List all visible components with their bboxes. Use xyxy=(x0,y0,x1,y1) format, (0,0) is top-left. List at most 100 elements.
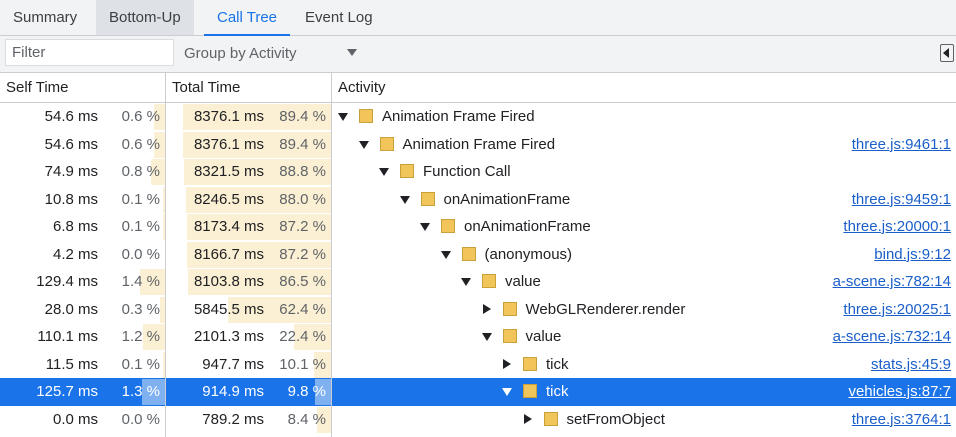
total-time-percent: 88.0 % xyxy=(279,190,326,208)
activity-name: tick xyxy=(546,355,569,373)
activity-category-icon xyxy=(543,411,558,426)
table-row[interactable]: 54.6 ms 0.6 % 8376.1 ms 89.4 % Animation Fra… xyxy=(0,103,956,131)
total-time-value: 947.7 ms xyxy=(202,355,264,373)
total-time-value: 8376.1 ms xyxy=(193,135,264,153)
column-header-self-time[interactable]: Self Time xyxy=(0,73,165,103)
table-row[interactable]: 0.0 ms 0.0 % 789.2 ms 8.4 % setFromObject thr… xyxy=(0,406,956,434)
total-time-percent: 86.5 % xyxy=(279,273,326,290)
collapse-arrow-icon[interactable] xyxy=(440,250,451,259)
table-row[interactable]: 10.8 ms 0.1 % 8246.5 ms 88.0 % onAnimationFr… xyxy=(0,186,956,214)
source-link[interactable]: three.js:9461:1 xyxy=(852,131,951,158)
activity-name: Function Call xyxy=(423,163,511,180)
table-row[interactable]: 6.8 ms 0.1 % 8173.4 ms 87.2 % onAnimationFra… xyxy=(0,213,956,241)
table-row[interactable]: 74.9 ms 0.8 % 8321.5 ms 88.8 % Function Call xyxy=(0,158,956,186)
collapse-arrow-icon[interactable] xyxy=(338,113,348,121)
activity-category-icon xyxy=(502,301,517,316)
column-header-total-time[interactable]: Total Time xyxy=(166,73,331,103)
collapse-arrow-icon[interactable] xyxy=(358,140,369,149)
total-time-percent: 88.8 % xyxy=(279,163,326,180)
activity-name: WebGLRenderer.render xyxy=(525,300,686,318)
tab-event-log[interactable]: Event Log xyxy=(292,0,386,35)
source-link[interactable]: bind.js:9:12 xyxy=(874,241,951,268)
collapse-arrow-icon[interactable] xyxy=(461,278,471,286)
group-by-label: Group by Activity xyxy=(184,45,297,62)
activity-name: value xyxy=(505,273,541,290)
expand-arrow-icon[interactable] xyxy=(503,358,511,369)
total-time-percent: 22.4 % xyxy=(279,328,326,345)
table-row[interactable]: 11.5 ms 0.1 % 947.7 ms 10.1 % tick stats.js:4… xyxy=(0,351,956,379)
source-link[interactable]: three.js:3764:1 xyxy=(852,406,951,433)
tab-bar: Summary Bottom-Up Call Tree Event Log xyxy=(0,0,956,36)
collapse-arrow-icon[interactable] xyxy=(502,388,512,396)
self-time-percent: 0.1 % xyxy=(121,218,160,235)
self-time-value: 10.8 ms xyxy=(44,190,98,208)
activity-name: onAnimationFrame xyxy=(464,218,591,235)
total-time-percent: 87.2 % xyxy=(279,245,326,263)
source-link[interactable]: three.js:9459:1 xyxy=(852,186,951,213)
self-time-percent: 0.1 % xyxy=(121,190,160,208)
total-time-value: 789.2 ms xyxy=(202,410,264,428)
source-link[interactable]: stats.js:45:9 xyxy=(871,351,951,378)
total-time-value: 8246.5 ms xyxy=(193,190,264,208)
self-time-percent: 1.4 % xyxy=(121,273,160,290)
self-time-percent: 0.6 % xyxy=(121,135,160,153)
source-link[interactable]: vehicles.js:87:7 xyxy=(848,378,951,405)
total-time-percent: 89.4 % xyxy=(279,135,326,153)
filter-input[interactable] xyxy=(5,39,174,66)
total-time-percent: 62.4 % xyxy=(279,300,326,318)
collapse-arrow-icon[interactable] xyxy=(379,168,389,176)
table-row[interactable]: 4.2 ms 0.0 % 8166.7 ms 87.2 % (anonymous) bin… xyxy=(0,241,956,269)
total-time-percent: 8.4 % xyxy=(287,410,326,428)
table-row[interactable]: 54.6 ms 0.6 % 8376.1 ms 89.4 % Animation Fra… xyxy=(0,131,956,159)
column-header-activity[interactable]: Activity xyxy=(332,73,956,103)
source-link[interactable]: a-scene.js:782:14 xyxy=(833,268,951,295)
self-time-percent: 0.8 % xyxy=(121,163,160,180)
collapse-arrow-icon[interactable] xyxy=(420,223,430,231)
expand-arrow-icon[interactable] xyxy=(482,303,491,314)
self-time-value: 54.6 ms xyxy=(44,135,98,153)
total-time-percent: 89.4 % xyxy=(279,108,326,125)
expand-arrow-icon[interactable] xyxy=(523,413,532,424)
self-time-percent: 1.3 % xyxy=(121,383,160,400)
total-time-value: 8103.8 ms xyxy=(193,273,264,290)
collapse-arrow-icon[interactable] xyxy=(481,333,492,341)
total-time-value: 8376.1 ms xyxy=(193,108,264,125)
activity-category-icon xyxy=(523,356,537,371)
self-time-percent: 0.3 % xyxy=(121,300,160,318)
column-divider xyxy=(331,73,332,437)
group-by-select[interactable]: Group by Activity xyxy=(172,36,367,72)
activity-category-icon xyxy=(502,329,517,343)
table-row[interactable]: 28.0 ms 0.3 % 5845.5 ms 62.4 % WebGLRenderer… xyxy=(0,296,956,324)
self-time-value: 74.9 ms xyxy=(44,163,98,180)
source-link[interactable]: a-scene.js:732:14 xyxy=(833,323,951,350)
activity-name: onAnimationFrame xyxy=(443,190,571,208)
table-row[interactable]: 125.7 ms 1.3 % 914.9 ms 9.8 % tick vehicles.j… xyxy=(0,378,956,406)
activity-name: Animation Frame Fired xyxy=(382,108,535,125)
activity-name: tick xyxy=(546,383,569,400)
activity-category-icon xyxy=(461,246,476,261)
tab-bottom-up[interactable]: Bottom-Up xyxy=(96,0,194,35)
activity-category-icon xyxy=(482,274,496,288)
self-time-value: 6.8 ms xyxy=(52,218,98,235)
total-time-value: 8166.7 ms xyxy=(193,245,264,263)
self-time-value: 125.7 ms xyxy=(36,383,98,400)
activity-category-icon xyxy=(400,164,414,178)
activity-category-icon xyxy=(420,191,435,206)
total-time-value: 914.9 ms xyxy=(202,383,264,400)
table-row[interactable]: 129.4 ms 1.4 % 8103.8 ms 86.5 % value a-scene… xyxy=(0,268,956,296)
total-time-percent: 10.1 % xyxy=(279,355,326,373)
collapse-arrow-icon[interactable] xyxy=(399,195,410,204)
activity-category-icon xyxy=(359,109,373,123)
table-row[interactable]: 110.1 ms 1.2 % 2101.3 ms 22.4 % value a-scene… xyxy=(0,323,956,351)
chevron-down-icon xyxy=(347,49,357,56)
tab-summary[interactable]: Summary xyxy=(0,0,90,35)
self-time-value: 54.6 ms xyxy=(44,108,98,125)
source-link[interactable]: three.js:20025:1 xyxy=(843,296,951,323)
activity-category-icon xyxy=(523,384,537,398)
self-time-percent: 1.2 % xyxy=(121,328,160,345)
tab-call-tree[interactable]: Call Tree xyxy=(204,0,291,36)
source-link[interactable]: three.js:20000:1 xyxy=(843,213,951,240)
sidebar-toggle-icon[interactable] xyxy=(940,44,954,62)
self-time-value: 28.0 ms xyxy=(44,300,98,318)
activity-category-icon xyxy=(441,219,455,233)
